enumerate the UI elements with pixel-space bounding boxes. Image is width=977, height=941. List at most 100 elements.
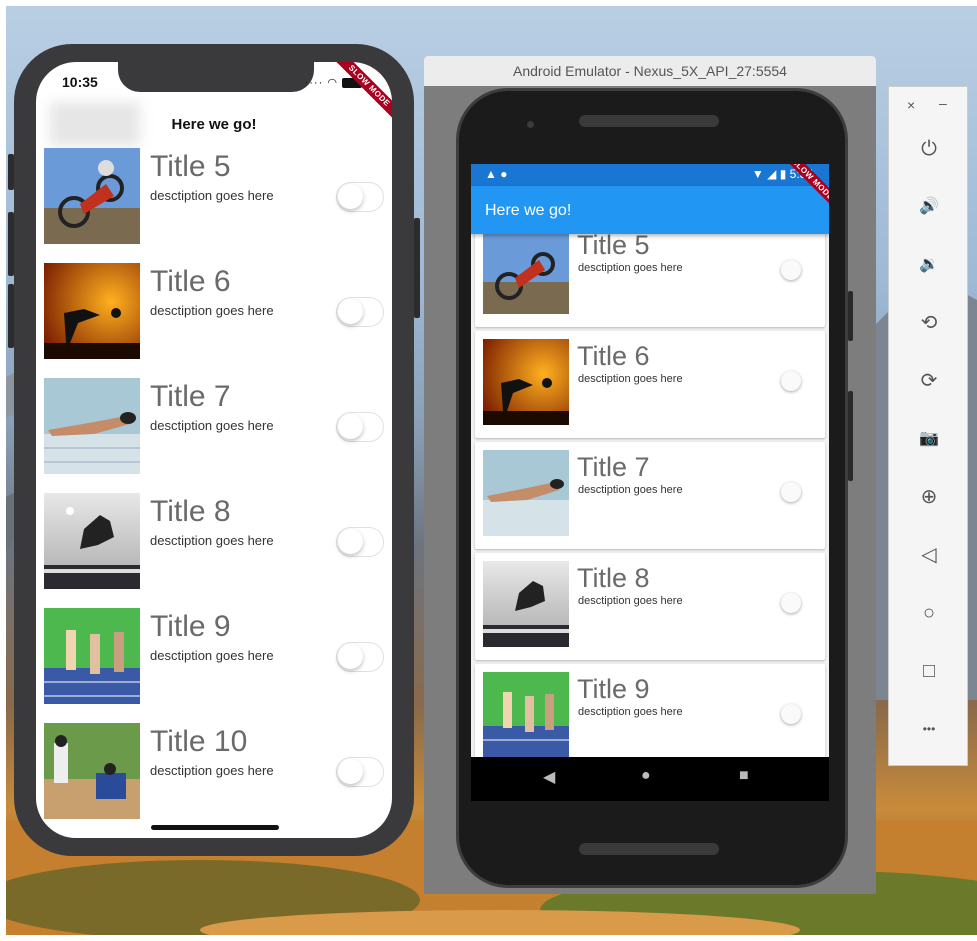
list-item[interactable]: Title 5 desctiption goes here	[475, 220, 825, 327]
iphone-volume-down-button	[8, 284, 14, 348]
ios-status-time: 10:35	[62, 74, 98, 90]
switch-toggle[interactable]	[781, 593, 801, 613]
cell-signal-icon: ◢	[767, 167, 777, 181]
item-title: Title 5	[150, 150, 231, 183]
item-description: desctiption goes here	[578, 595, 683, 607]
list-item[interactable]: Title 7 desctiption goes here	[475, 442, 825, 549]
top-speaker	[579, 115, 719, 127]
android-nav-bar: ◀ ● ■	[471, 757, 829, 801]
android-status-bar: ▲ ● ▼ ◢ ▮ 5:35	[471, 164, 829, 186]
alert-icon: ▲ ●	[485, 167, 508, 181]
list-item[interactable]: Title 7 desctiption goes here	[36, 374, 392, 489]
zoom-icon[interactable]: ⊕	[913, 481, 945, 513]
nexus-device: ▲ ● ▼ ◢ ▮ 5:35 Here we go! SLOW MODE Tit…	[456, 88, 853, 888]
list-item[interactable]: Title 8 desctiption goes here	[36, 489, 392, 604]
nexus-power-button	[848, 291, 853, 341]
switch-knob	[338, 299, 363, 324]
switch-knob	[338, 759, 363, 784]
emulator-window-title[interactable]: Android Emulator - Nexus_5X_API_27:5554	[424, 56, 876, 86]
thumbnail-motocross	[483, 228, 569, 314]
thumbnail-runners	[44, 608, 140, 704]
rotate-right-icon[interactable]: ⟳	[913, 365, 945, 397]
list-item[interactable]: Title 8 desctiption goes here	[475, 553, 825, 660]
rotate-left-icon[interactable]: ⟲	[913, 307, 945, 339]
iphone-simulator: 10:35 ···· ◠ SLOW MODE Here we go! Title…	[8, 44, 420, 856]
item-description: desctiption goes here	[578, 484, 683, 496]
item-description: desctiption goes here	[150, 188, 274, 203]
ios-nav-title: Here we go!	[171, 116, 257, 133]
switch-knob	[338, 644, 363, 669]
nav-back-button[interactable]: ◀	[543, 767, 555, 787]
app-bar-title: Here we go!	[485, 202, 572, 219]
item-description: desctiption goes here	[150, 763, 274, 778]
wifi-icon: ◠	[327, 77, 338, 89]
list-item[interactable]: Title 6 desctiption goes here	[36, 259, 392, 374]
list-item[interactable]: Title 9 desctiption goes here	[475, 664, 825, 771]
back-icon[interactable]: ◁	[913, 539, 945, 571]
more-icon[interactable]: •••	[913, 713, 945, 745]
front-camera	[527, 121, 534, 128]
item-title: Title 6	[150, 265, 231, 298]
toolbar-close-button[interactable]: ×	[907, 97, 915, 113]
thumbnail-sunset-kick	[483, 339, 569, 425]
battery-icon: ▮	[779, 167, 787, 181]
thumbnail-swimmer	[483, 450, 569, 536]
switch-toggle[interactable]	[781, 260, 801, 280]
iphone-power-button	[414, 218, 420, 318]
item-title: Title 8	[150, 495, 231, 528]
toggle-switch[interactable]	[336, 412, 384, 442]
list-item[interactable]: Title 6 desctiption goes here	[475, 331, 825, 438]
item-description: desctiption goes here	[150, 533, 274, 548]
emulator-toolbar: × – ⏻ 🔊 🔉 ⟲ ⟳ 📷 ⊕ ◁ ○ □ •••	[888, 86, 968, 766]
ios-home-indicator[interactable]	[151, 825, 279, 830]
wifi-icon: ▼	[751, 167, 764, 181]
item-title: Title 9	[577, 674, 650, 704]
toggle-switch[interactable]	[336, 182, 384, 212]
item-title: Title 6	[577, 341, 650, 371]
camera-icon[interactable]: 📷	[913, 423, 945, 455]
toggle-switch[interactable]	[336, 297, 384, 327]
thumbnail-baseball	[44, 723, 140, 819]
nav-recents-button[interactable]: ■	[739, 767, 749, 785]
android-screen: ▲ ● ▼ ◢ ▮ 5:35 Here we go! SLOW MODE Tit…	[471, 164, 829, 801]
ios-list[interactable]: Title 5 desctiption goes here Title 6 de…	[36, 144, 392, 834]
overview-icon[interactable]: □	[913, 655, 945, 687]
bottom-speaker	[579, 843, 719, 855]
list-item[interactable]: Title 10 desctiption goes here	[36, 719, 392, 834]
switch-knob	[338, 184, 363, 209]
switch-knob	[338, 414, 363, 439]
thumbnail-runners	[483, 672, 569, 758]
android-list[interactable]: Title 5 desctiption goes here Title 6 de…	[471, 216, 829, 771]
switch-toggle[interactable]	[781, 371, 801, 391]
switch-knob	[338, 529, 363, 554]
power-icon[interactable]: ⏻	[913, 133, 945, 165]
slow-mode-banner: SLOW MODE	[332, 62, 392, 123]
toggle-switch[interactable]	[336, 642, 384, 672]
signal-icon: ····	[304, 77, 324, 89]
home-icon[interactable]: ○	[913, 597, 945, 629]
toggle-switch[interactable]	[336, 527, 384, 557]
nexus-volume-button	[848, 391, 853, 481]
toolbar-minimize-button[interactable]: –	[939, 95, 947, 111]
android-app-bar: Here we go!	[471, 186, 829, 234]
volume-up-icon[interactable]: 🔊	[913, 191, 945, 223]
thumbnail-motocross	[44, 148, 140, 244]
thumbnail-jump-kick	[44, 493, 140, 589]
item-description: desctiption goes here	[150, 418, 274, 433]
nav-home-button[interactable]: ●	[641, 767, 651, 785]
list-item[interactable]: Title 5 desctiption goes here	[36, 144, 392, 259]
item-title: Title 9	[150, 610, 231, 643]
item-description: desctiption goes here	[578, 373, 683, 385]
volume-down-icon[interactable]: 🔉	[913, 249, 945, 281]
item-description: desctiption goes here	[150, 648, 274, 663]
switch-toggle[interactable]	[781, 704, 801, 724]
item-description: desctiption goes here	[578, 706, 683, 718]
item-title: Title 7	[577, 452, 650, 482]
android-emulator-window: Android Emulator - Nexus_5X_API_27:5554 …	[424, 56, 876, 894]
toggle-switch[interactable]	[336, 757, 384, 787]
thumbnail-jump-kick	[483, 561, 569, 647]
item-title: Title 10	[150, 725, 248, 758]
switch-toggle[interactable]	[781, 482, 801, 502]
item-description: desctiption goes here	[150, 303, 274, 318]
list-item[interactable]: Title 9 desctiption goes here	[36, 604, 392, 719]
